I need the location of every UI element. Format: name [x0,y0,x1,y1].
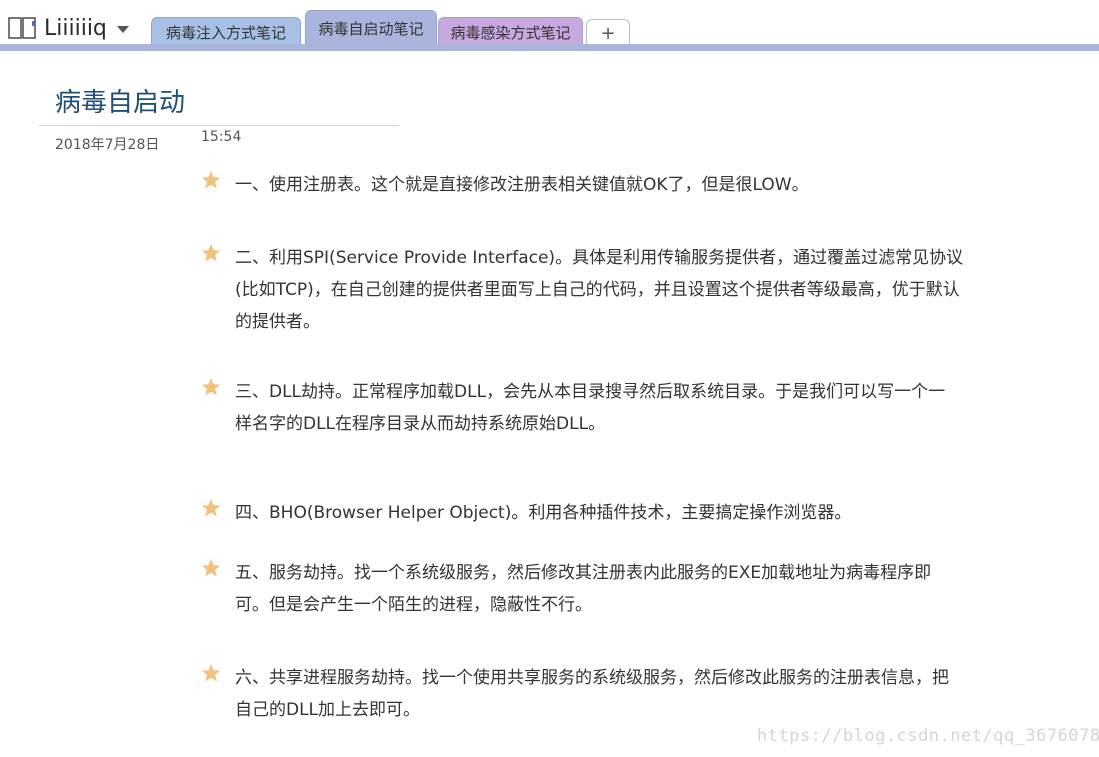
star-icon [201,171,221,189]
star-icon [201,378,221,396]
star-icon [201,664,221,682]
page-date: 2018年7月28日 [55,137,160,153]
notebook-selector[interactable]: Liiiiiiq [8,12,129,44]
note-text: 二、利用SPI(Service Provide Interface)。具体是利用… [235,248,964,332]
note-item[interactable]: 二、利用SPI(Service Provide Interface)。具体是利用… [201,242,1021,338]
note-item[interactable]: 六、共享进程服务劫持。找一个使用共享服务的系统级服务，然后修改此服务的注册表信息… [201,662,1021,726]
notebook-icon [8,17,36,39]
page-title[interactable]: 病毒自启动 [55,82,185,119]
tab-virus-infection-notes[interactable]: 病毒感染方式笔记 [438,17,583,46]
chevron-down-icon[interactable] [116,26,129,33]
note-item[interactable]: 四、BHO(Browser Helper Object)。利用各种插件技术，主要… [201,497,1021,529]
note-text: 一、使用注册表。这个就是直接修改注册表相关键值就OK了，但是很LOW。 [235,175,809,195]
note-text: 三、DLL劫持。正常程序加载DLL，会先从本目录搜寻然后取系统目录。于是我们可以… [235,382,946,434]
add-tab-button[interactable]: + [586,19,630,46]
star-icon [201,244,221,262]
star-icon [201,559,221,577]
page-time: 15:54 [201,129,242,145]
section-color-bar [0,44,1099,51]
tab-label: 病毒注入方式笔记 [165,23,286,42]
star-icon [201,499,221,517]
note-item[interactable]: 五、服务劫持。找一个系统级服务，然后修改其注册表内此服务的EXE加载地址为病毒程… [201,557,1021,621]
note-text: 四、BHO(Browser Helper Object)。利用各种插件技术，主要… [235,503,852,523]
tab-label: 病毒自启动笔记 [318,20,424,38]
note-item[interactable]: 三、DLL劫持。正常程序加载DLL，会先从本目录搜寻然后取系统目录。于是我们可以… [201,376,1021,440]
note-text: 五、服务劫持。找一个系统级服务，然后修改其注册表内此服务的EXE加载地址为病毒程… [235,563,932,615]
notebook-name: Liiiiiiq [44,15,107,41]
tab-virus-injection-notes[interactable]: 病毒注入方式笔记 [151,17,301,46]
watermark: https://blog.csdn.net/qq_36760780 [757,726,1099,746]
note-item[interactable]: 一、使用注册表。这个就是直接修改注册表相关键值就OK了，但是很LOW。 [201,169,1021,201]
tab-label: 病毒感染方式笔记 [450,23,571,42]
top-bar: Liiiiiiq 病毒注入方式笔记 病毒自启动笔记 病毒感染方式笔记 + [0,0,1099,46]
title-divider [39,125,399,126]
tab-virus-autostart-notes[interactable]: 病毒自启动笔记 [305,10,437,46]
note-text: 六、共享进程服务劫持。找一个使用共享服务的系统级服务，然后修改此服务的注册表信息… [235,668,949,720]
plus-icon: + [600,22,616,44]
